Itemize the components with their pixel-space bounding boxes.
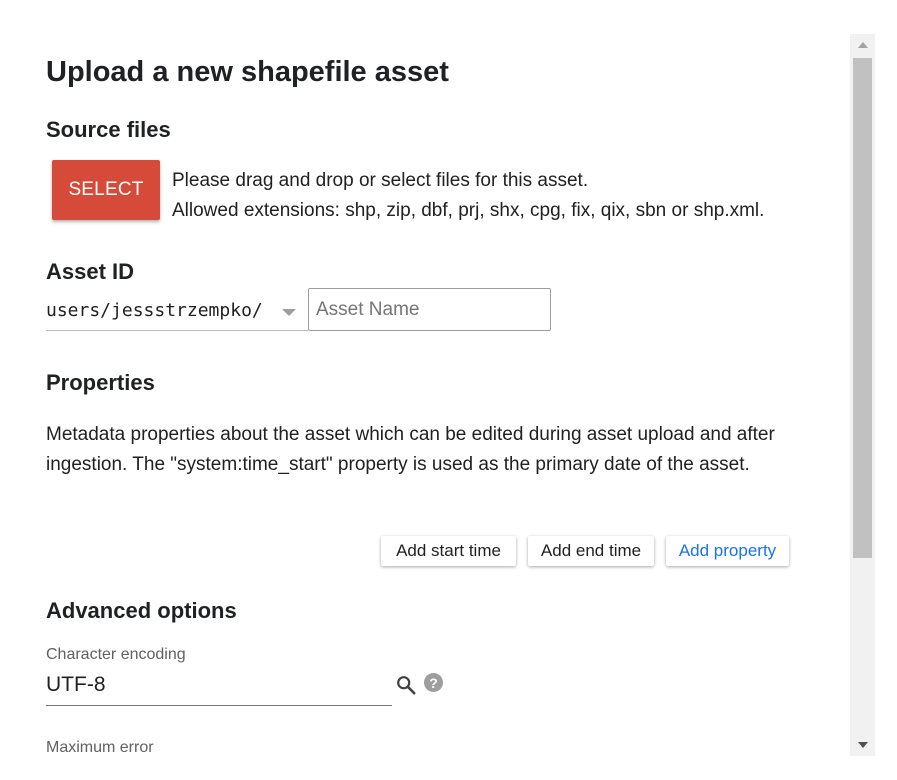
upload-shapefile-dialog: Upload a new shapefile asset Source file… <box>0 0 897 780</box>
properties-description: Metadata properties about the asset whic… <box>46 424 775 475</box>
vertical-scrollbar[interactable] <box>850 34 875 756</box>
add-start-time-button[interactable]: Add start time <box>381 536 516 566</box>
search-icon[interactable] <box>395 674 417 696</box>
instruction-line-2: Allowed extensions: shp, zip, dbf, prj, … <box>172 200 765 221</box>
chevron-down-icon[interactable] <box>282 309 296 316</box>
add-property-button[interactable]: Add property <box>666 536 789 566</box>
advanced-options-heading: Advanced options <box>46 598 237 623</box>
character-encoding-label: Character encoding <box>46 646 186 663</box>
source-files-instructions[interactable]: Please drag and drop or select files for… <box>172 166 764 226</box>
select-files-button[interactable]: SELECT <box>52 160 160 220</box>
source-files-heading: Source files <box>46 117 171 142</box>
character-encoding-field[interactable]: UTF-8 <box>46 673 106 697</box>
properties-heading: Properties <box>46 370 155 395</box>
prefix-underline <box>46 330 308 331</box>
maximum-error-label: Maximum error <box>46 739 154 756</box>
asset-prefix-select[interactable]: users/jessstrzempko/ <box>46 300 263 321</box>
scrollbar-thumb[interactable] <box>853 58 872 558</box>
instruction-line-1: Please drag and drop or select files for… <box>172 170 589 191</box>
encoding-underline <box>46 705 392 706</box>
dialog-title: Upload a new shapefile asset <box>46 56 449 88</box>
scroll-up-arrow-icon[interactable] <box>850 34 875 56</box>
help-icon[interactable]: ? <box>424 673 443 692</box>
add-end-time-button[interactable]: Add end time <box>528 536 654 566</box>
scroll-down-arrow-icon[interactable] <box>850 734 875 756</box>
asset-id-heading: Asset ID <box>46 259 135 284</box>
asset-name-input[interactable] <box>308 288 551 331</box>
